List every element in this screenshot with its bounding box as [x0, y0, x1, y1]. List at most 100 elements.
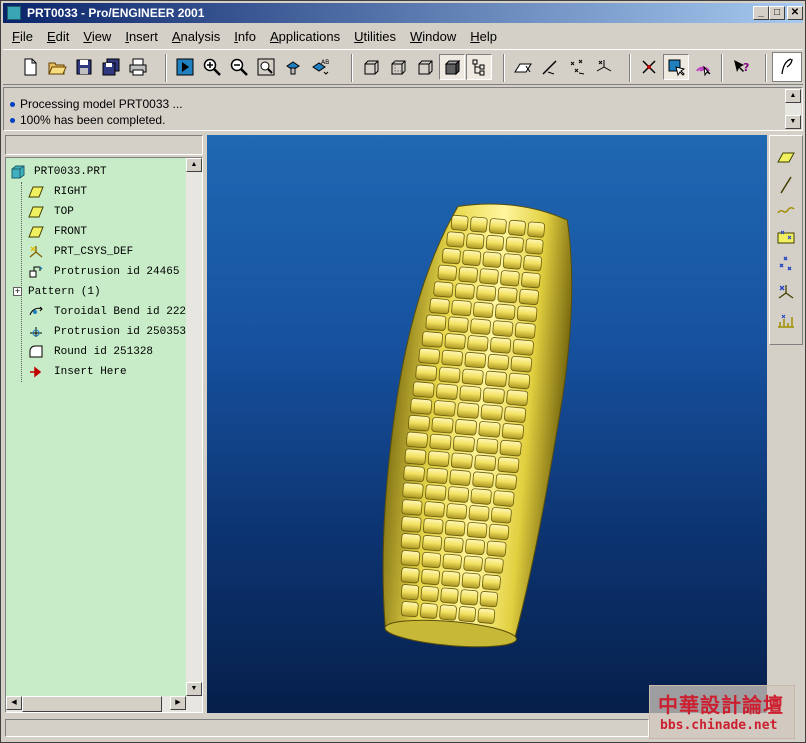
- corn-kernel: [514, 322, 536, 339]
- tree-item-label: Pattern (1): [28, 286, 101, 298]
- svg-text:AB: AB: [321, 59, 329, 66]
- graphics-window[interactable]: [207, 135, 767, 713]
- menu-file[interactable]: File: [5, 27, 40, 47]
- no-hidden-icon[interactable]: [412, 54, 438, 80]
- selection-toolbar-group: [629, 54, 716, 82]
- menu-analysis[interactable]: Analysis: [165, 27, 227, 47]
- datum-curve-tool-icon[interactable]: [773, 198, 799, 224]
- maximize-button[interactable]: □: [769, 6, 785, 20]
- corn-kernel: [470, 318, 491, 335]
- corn-kernel: [504, 406, 527, 423]
- corn-kernel: [468, 505, 490, 522]
- model-tree-icon[interactable]: [466, 54, 492, 80]
- close-button[interactable]: ✕: [787, 6, 803, 20]
- corn-kernel: [527, 221, 546, 238]
- menu-window[interactable]: Window: [403, 27, 463, 47]
- datum-toolbar: [769, 135, 803, 345]
- corn-kernel: [497, 456, 520, 474]
- title-bar[interactable]: PRT0033 - Pro/ENGINEER 2001 _ □ ✕: [3, 3, 803, 23]
- menu-help[interactable]: Help: [463, 27, 504, 47]
- expand-toggle[interactable]: +: [13, 287, 22, 296]
- corn-kernel: [464, 351, 487, 369]
- corn-kernel: [404, 448, 427, 465]
- hidden-line-icon[interactable]: [385, 54, 411, 80]
- corn-kernel: [435, 383, 458, 400]
- query-select-icon[interactable]: [690, 54, 716, 80]
- menu-info[interactable]: Info: [227, 27, 263, 47]
- status-field: [5, 719, 649, 737]
- window-title: PRT0033 - Pro/ENGINEER 2001: [27, 6, 205, 20]
- corn-kernel: [474, 454, 497, 472]
- datum-axis-tool-icon[interactable]: [773, 172, 799, 198]
- corn-kernel: [450, 214, 469, 231]
- scroll-down-button[interactable]: ▼: [186, 682, 202, 696]
- corn-kernel: [521, 272, 541, 289]
- menu-edit[interactable]: Edit: [40, 27, 76, 47]
- select-mode-icon[interactable]: [663, 54, 689, 80]
- logo-toolbar-group: [765, 52, 802, 82]
- saved-views-icon[interactable]: AB: [307, 54, 333, 80]
- menu-insert[interactable]: Insert: [118, 27, 165, 47]
- save-icon[interactable]: [71, 54, 97, 80]
- context-help-icon[interactable]: ?: [728, 54, 754, 80]
- corn-kernel: [406, 431, 429, 449]
- corn-kernel: [446, 503, 468, 520]
- csys-tool-icon[interactable]: [773, 280, 799, 306]
- datum-plane-display-icon[interactable]: [510, 54, 536, 80]
- menu-view[interactable]: View: [76, 27, 118, 47]
- scroll-left-button[interactable]: ◀: [6, 696, 22, 710]
- minimize-button[interactable]: _: [753, 6, 769, 20]
- message-scrollbar[interactable]: ▲ ▼: [785, 89, 801, 129]
- repaint-icon[interactable]: [172, 54, 198, 80]
- spin-center-icon[interactable]: [636, 54, 662, 80]
- wireframe-icon[interactable]: [358, 54, 384, 80]
- corn-kernel: [508, 372, 531, 390]
- corn-kernel: [443, 536, 464, 554]
- zoom-fit-icon[interactable]: [253, 54, 279, 80]
- reorient-icon[interactable]: [280, 54, 306, 80]
- tree-vertical-scrollbar[interactable]: ▲ ▼: [186, 158, 202, 696]
- menu-applications[interactable]: Applications: [263, 27, 347, 47]
- corn-kernel: [457, 402, 480, 419]
- coordinate-system-display-icon[interactable]: [591, 54, 617, 80]
- menu-utilities[interactable]: Utilities: [347, 27, 403, 47]
- datum-axis-display-icon[interactable]: [537, 54, 563, 80]
- scroll-right-button[interactable]: ▶: [170, 696, 186, 710]
- tree-item-label: Protrusion id 250353: [54, 326, 187, 338]
- corn-kernel: [420, 602, 438, 619]
- corn-kernel: [502, 253, 522, 270]
- scroll-down-button[interactable]: ▼: [785, 115, 801, 129]
- corn-kernel: [400, 533, 421, 550]
- insert-arrow-icon: [30, 366, 42, 378]
- save-copy-icon[interactable]: [98, 54, 124, 80]
- scroll-up-button[interactable]: ▲: [186, 158, 202, 172]
- tree-horizontal-scrollbar[interactable]: ◀ ▶: [6, 696, 202, 712]
- tree-item-label: FRONT: [54, 226, 88, 238]
- scroll-up-button[interactable]: ▲: [785, 89, 801, 103]
- open-folder-icon[interactable]: [44, 54, 70, 80]
- datum-point-display-icon[interactable]: [564, 54, 590, 80]
- pro-e-logo-icon[interactable]: [772, 52, 802, 82]
- app-icon[interactable]: [7, 6, 21, 20]
- analysis-feature-icon[interactable]: [773, 308, 799, 334]
- datum-display-toolbar-group: [503, 54, 617, 82]
- datum-plane-tool-icon[interactable]: [773, 144, 799, 170]
- corn-kernel: [508, 219, 526, 236]
- print-icon[interactable]: [125, 54, 151, 80]
- corn-kernel: [439, 604, 457, 621]
- new-file-icon[interactable]: [17, 54, 43, 80]
- zoom-out-icon[interactable]: [226, 54, 252, 80]
- corn-kernel: [401, 499, 423, 516]
- datum-point-array-icon[interactable]: [773, 224, 799, 250]
- corn-kernel: [433, 281, 454, 298]
- corn-kernel: [485, 234, 505, 252]
- shaded-icon[interactable]: [439, 54, 465, 80]
- corn-kernel: [485, 370, 507, 388]
- corn-kernel: [461, 572, 481, 589]
- corn-kernel: [422, 518, 444, 535]
- corn-kernel: [444, 333, 466, 350]
- scroll-thumb[interactable]: [22, 696, 162, 712]
- datum-point-tool-icon[interactable]: [773, 252, 799, 278]
- zoom-in-icon[interactable]: [199, 54, 225, 80]
- corn-kernel: [421, 568, 440, 586]
